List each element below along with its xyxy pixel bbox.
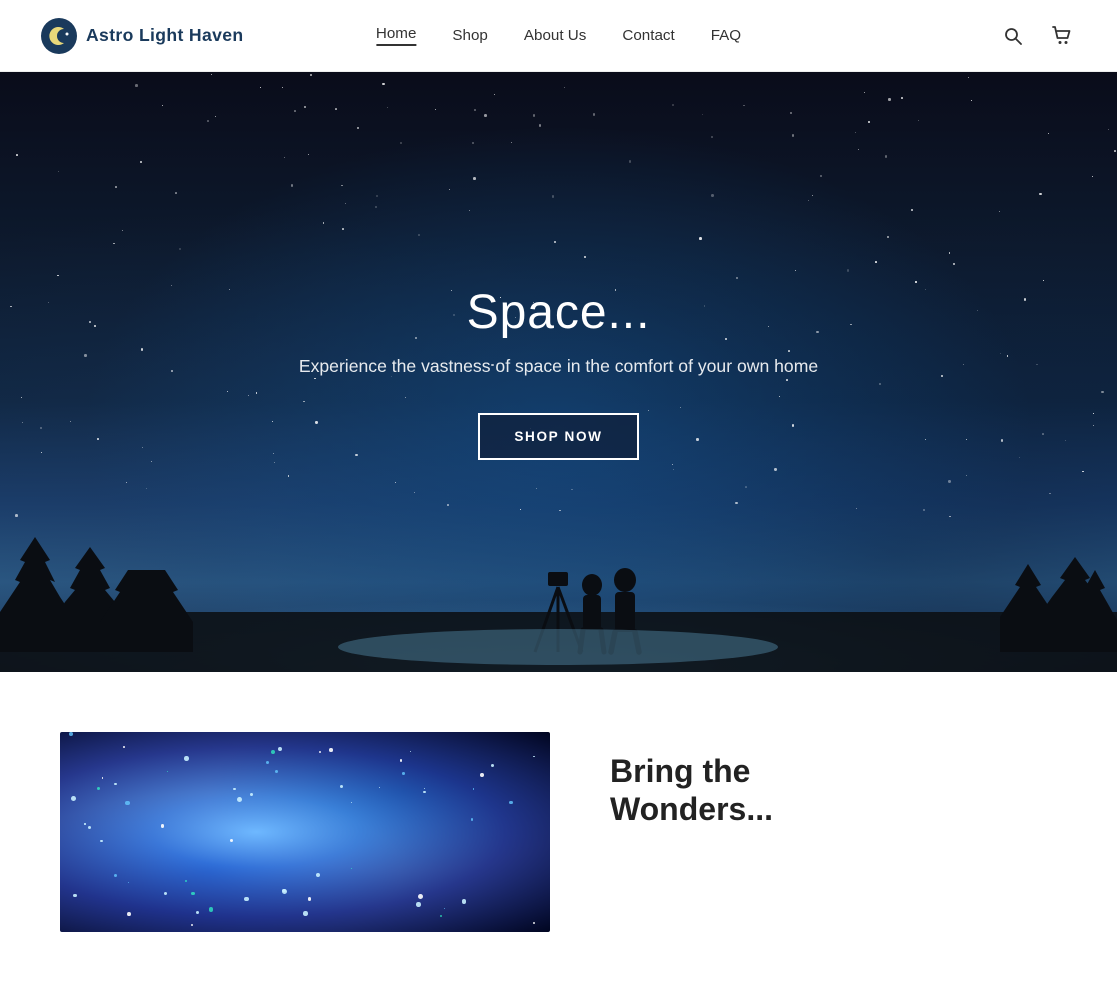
- nav-faq[interactable]: FAQ: [711, 27, 741, 44]
- section-heading-line2: Wonders...: [610, 791, 773, 827]
- logo-link[interactable]: Astro Light Haven: [40, 17, 244, 55]
- search-button[interactable]: [999, 22, 1027, 50]
- main-nav: Home Shop About Us Contact FAQ: [376, 25, 741, 46]
- hero-section: // Generate stars inline after DOM ready…: [0, 72, 1117, 672]
- search-icon: [1003, 26, 1023, 46]
- nebula-decoration: [60, 732, 550, 932]
- logo-icon: [40, 17, 78, 55]
- hero-content: Space... Experience the vastness of spac…: [279, 285, 838, 460]
- product-image-wrap: [60, 732, 550, 932]
- cart-button[interactable]: [1047, 21, 1077, 51]
- nav-contact[interactable]: Contact: [622, 27, 674, 44]
- site-header: Astro Light Haven Home Shop About Us Con…: [0, 0, 1117, 72]
- ground-silhouette: [0, 452, 1117, 672]
- product-image: [60, 732, 550, 932]
- nav-about[interactable]: About Us: [524, 27, 586, 44]
- section-heading: Bring the Wonders...: [610, 752, 1057, 829]
- shop-now-button[interactable]: SHOP NOW: [478, 413, 638, 460]
- hero-subtitle: Experience the vastness of space in the …: [299, 356, 818, 377]
- nav-shop[interactable]: Shop: [452, 27, 487, 44]
- cart-icon: [1051, 25, 1073, 47]
- features-section: Bring the Wonders...: [0, 672, 1117, 932]
- nav-home[interactable]: Home: [376, 25, 417, 46]
- section-heading-line1: Bring the: [610, 753, 750, 789]
- hero-title: Space...: [299, 285, 818, 340]
- section-text: Bring the Wonders...: [610, 732, 1057, 829]
- header-actions: [999, 21, 1077, 51]
- logo-text: Astro Light Haven: [86, 25, 244, 46]
